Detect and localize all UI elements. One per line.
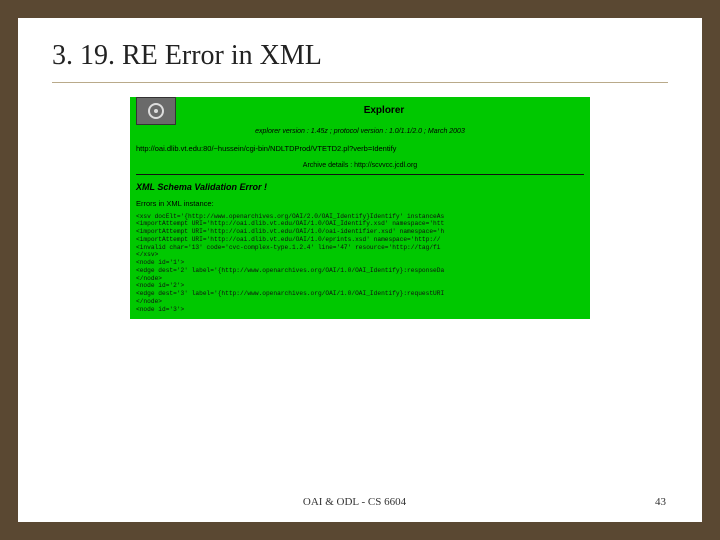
open-archives-logo (136, 97, 176, 125)
screenshot-title-wrap: Explorer (184, 105, 584, 118)
slide: 3. 19. RE Error in XML Explorer explorer… (18, 18, 702, 522)
code-line: <node id='3'> (136, 306, 184, 313)
code-line: <xsv docElt='{http://www.openarchives.or… (136, 213, 444, 220)
code-line: <edge dest='2' label='{http://www.openar… (136, 267, 444, 274)
version-line: explorer version : 1.45z ; protocol vers… (130, 127, 590, 141)
page-number: 43 (655, 496, 666, 508)
code-line: <importAttempt URI='http://oai.dlib.vt.e… (136, 236, 440, 243)
code-line: </node> (136, 298, 162, 305)
code-line: <importAttempt URI='http://oai.dlib.vt.e… (136, 228, 444, 235)
code-line: </xsv> (136, 251, 158, 258)
divider (136, 174, 584, 175)
embedded-screenshot: Explorer explorer version : 1.45z ; prot… (130, 97, 590, 319)
code-line: </node> (136, 275, 162, 282)
code-line: <node id='2'> (136, 282, 184, 289)
footer-center: OAI & ODL - CS 6604 (54, 496, 655, 508)
title-rule (52, 82, 668, 83)
archive-details: Archive details : http://scvvcc.jcdl.org (130, 156, 590, 174)
errors-label: Errors in XML instance: (130, 199, 590, 212)
request-url: http://oai.dlib.vt.edu:80/~hussein/cgi-b… (130, 141, 590, 156)
code-line: <invalid char='13' code='cvc-complex-typ… (136, 244, 440, 251)
disc-icon (148, 103, 164, 119)
screenshot-header: Explorer (130, 97, 590, 127)
slide-footer: OAI & ODL - CS 6604 43 (18, 496, 702, 508)
error-title: XML Schema Validation Error ! (130, 179, 590, 199)
code-line: <edge dest='3' label='{http://www.openar… (136, 290, 444, 297)
code-line: <node id='1'> (136, 259, 184, 266)
xml-error-block: <xsv docElt='{http://www.openarchives.or… (130, 213, 590, 320)
code-line: <importAttempt URI='http://oai.dlib.vt.e… (136, 220, 444, 227)
page-title: 3. 19. RE Error in XML (52, 40, 668, 72)
screenshot-app-title: Explorer (184, 105, 584, 118)
